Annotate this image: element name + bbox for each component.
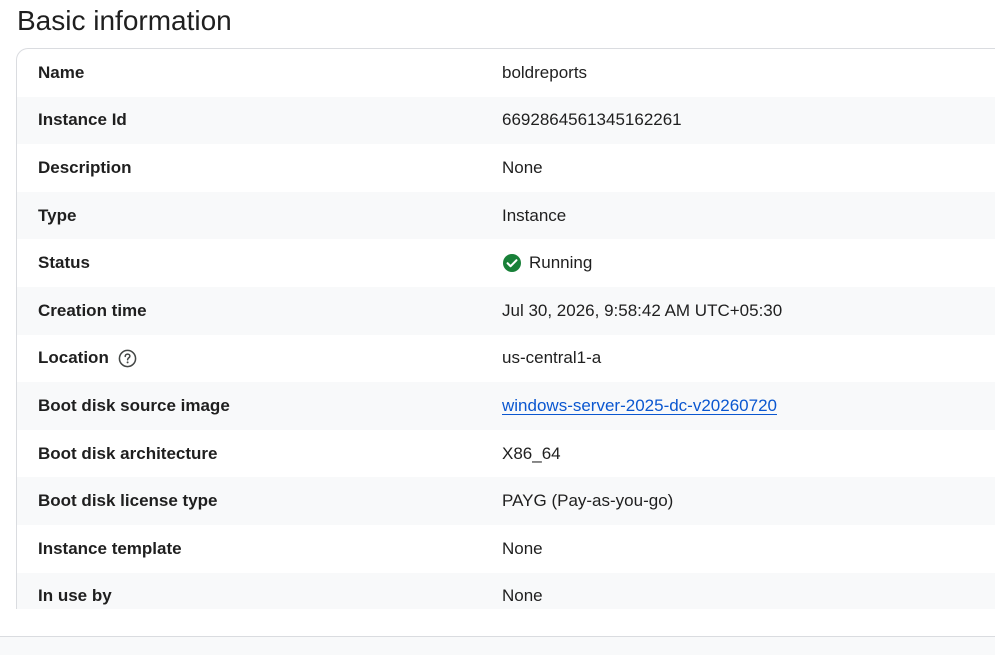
row-status: Status Running — [17, 239, 995, 287]
row-type: Type Instance — [17, 191, 995, 240]
status-value: Running — [502, 253, 592, 273]
row-instance-id: Instance Id 6692864561345162261 — [17, 96, 995, 145]
row-label: Boot disk license type — [38, 491, 218, 511]
row-label: Boot disk architecture — [38, 443, 218, 463]
row-label-text: Location — [38, 348, 109, 368]
help-circle-icon[interactable] — [118, 349, 137, 368]
row-value: None — [502, 586, 543, 606]
row-label: Description — [38, 157, 132, 177]
status-text: Running — [529, 253, 593, 273]
row-value: None — [502, 157, 543, 177]
row-description: Description None — [17, 144, 995, 192]
row-value: 6692864561345162261 — [502, 110, 682, 130]
row-value: PAYG (Pay-as-you-go) — [502, 491, 674, 511]
row-boot-disk-license-type: Boot disk license type PAYG (Pay-as-you-… — [17, 477, 995, 525]
row-creation-time: Creation time Jul 30, 2026, 9:58:42 AM U… — [17, 286, 995, 335]
basic-information-table: Name boldreports Instance Id 66928645613… — [16, 48, 995, 609]
boot-disk-image-link[interactable]: windows-server-2025-dc-v20260720 — [502, 396, 777, 416]
row-value: Instance — [502, 205, 567, 225]
row-instance-template: Instance template None — [17, 525, 995, 573]
row-label: Instance Id — [38, 110, 127, 130]
row-label: Boot disk source image — [38, 395, 230, 415]
row-label: In use by — [38, 586, 112, 606]
next-section-area — [0, 637, 995, 655]
row-boot-disk-architecture: Boot disk architecture X86_64 — [17, 430, 995, 478]
location-label: Location — [38, 348, 137, 368]
row-value: boldreports — [502, 62, 588, 82]
row-value: X86_64 — [502, 443, 561, 463]
section-title: Basic information — [17, 5, 232, 36]
row-label: Name — [38, 62, 85, 82]
row-label: Type — [38, 205, 77, 225]
row-label: Instance template — [38, 538, 182, 558]
row-in-use-by: In use by None — [17, 572, 995, 609]
row-value: None — [502, 538, 543, 558]
row-boot-disk-source-image: Boot disk source image windows-server-20… — [17, 382, 995, 430]
row-value: Jul 30, 2026, 9:58:42 AM UTC+05:30 — [502, 300, 783, 320]
check-circle-icon — [502, 253, 522, 273]
row-location: Location us-central1-a — [17, 335, 995, 383]
row-label: Creation time — [38, 300, 147, 320]
row-label: Status — [38, 253, 90, 273]
row-name: Name boldreports — [17, 49, 995, 97]
row-value: us-central1-a — [502, 348, 602, 368]
